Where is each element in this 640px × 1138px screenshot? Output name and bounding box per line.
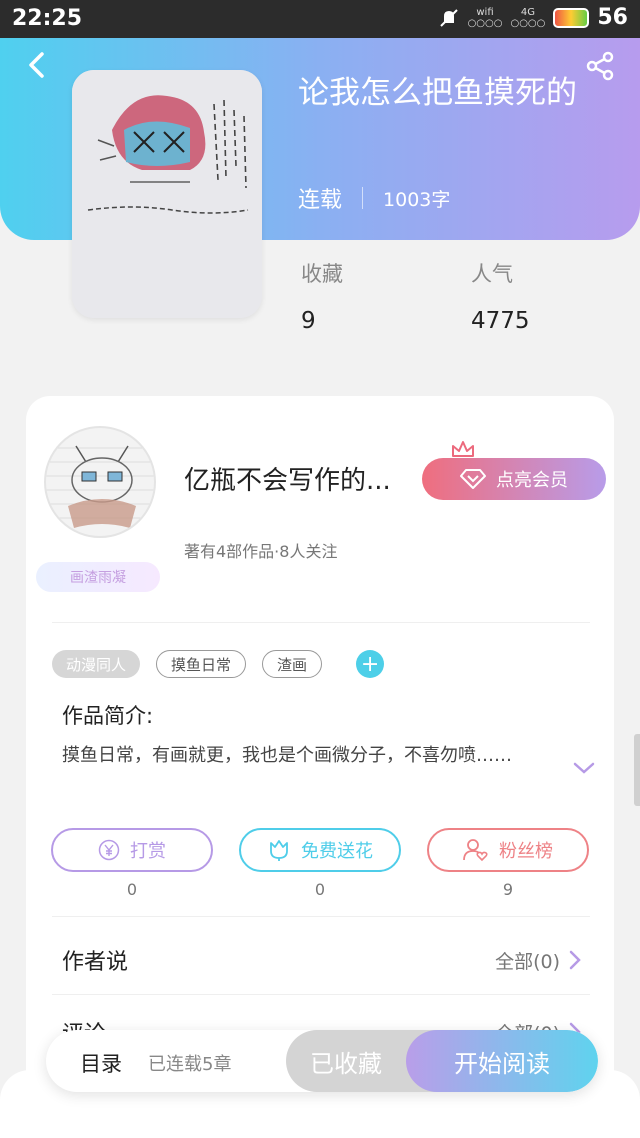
intro-title: 作品简介:	[62, 704, 154, 728]
stat-favorites-value: 9	[301, 308, 316, 334]
tag-item[interactable]: 摸鱼日常	[156, 650, 247, 678]
avatar-drawing	[46, 445, 154, 528]
author-avatar[interactable]	[44, 426, 156, 538]
favorited-label: 已收藏	[310, 1049, 382, 1078]
start-reading-button[interactable]: 开始阅读	[406, 1030, 598, 1092]
mute-icon	[439, 8, 458, 27]
tag-list: 动漫同人 摸鱼日常 渣画 +	[52, 650, 385, 678]
author-badge-label: 画渣雨凝	[70, 570, 126, 586]
author-says-label: 作者说	[62, 950, 129, 975]
stat-favorites: 收藏 9	[301, 258, 343, 334]
wifi-dots: ○○○○	[467, 17, 503, 29]
stat-popularity-label: 人气	[471, 262, 513, 286]
divider	[52, 622, 590, 623]
battery-level: 56	[597, 5, 628, 30]
flower-icon	[270, 840, 288, 861]
author-says-link[interactable]: 全部(0)	[495, 947, 582, 974]
book-status: 连载	[298, 188, 343, 213]
stat-popularity: 人气 4775	[471, 258, 530, 334]
member-button-label: 点亮会员	[496, 470, 568, 491]
yen-icon	[98, 839, 120, 861]
fans-count: 9	[502, 880, 514, 899]
crown-icon	[452, 441, 474, 457]
stat-favorites-label: 收藏	[301, 262, 343, 286]
bottom-action-bar: 目录 已连载5章 已收藏 开始阅读	[46, 1030, 598, 1092]
tag-item[interactable]: 渣画	[262, 650, 323, 678]
fans-rank-button[interactable]: 粉丝榜	[427, 828, 589, 872]
reward-count: 0	[126, 880, 138, 899]
reward-button[interactable]: 打赏	[51, 828, 213, 872]
reward-label: 打赏	[130, 841, 166, 862]
word-count: 1003字	[383, 188, 451, 211]
author-badge: 画渣雨凝	[36, 562, 160, 592]
activate-member-button[interactable]: 点亮会员	[422, 458, 606, 500]
meta-divider	[362, 187, 364, 209]
author-says-row[interactable]: 作者说 全部(0)	[62, 944, 582, 976]
wifi-indicator: wifi ○○○○	[468, 7, 503, 29]
network-label: 4G	[520, 6, 535, 18]
chevron-right-icon	[569, 950, 581, 970]
send-flower-label: 免费送花	[301, 841, 373, 862]
wifi-label: wifi	[476, 6, 494, 18]
divider	[52, 994, 590, 995]
author-name[interactable]: 亿瓶不会写作的...	[184, 460, 391, 497]
toc-button[interactable]: 目录	[80, 1048, 122, 1078]
network-dots: ○○○○	[510, 17, 546, 29]
diamond-icon	[460, 469, 486, 489]
status-icons: wifi ○○○○ 4G ○○○○ 56	[438, 5, 628, 30]
status-time: 22:25	[12, 6, 83, 31]
book-meta: 连载 1003字	[298, 182, 450, 214]
fans-rank-label: 粉丝榜	[499, 841, 553, 862]
author-says-count: 全部(0)	[495, 950, 560, 973]
tag-item[interactable]: 动漫同人	[52, 650, 141, 678]
stat-popularity-value: 4775	[471, 308, 530, 334]
start-reading-label: 开始阅读	[454, 1049, 550, 1078]
fans-icon	[463, 839, 488, 862]
flower-count: 0	[314, 880, 326, 899]
author-info: 著有4部作品·8人关注	[184, 542, 338, 561]
intro-text: 摸鱼日常，有画就更，我也是个画微分子，不喜勿喷……	[62, 745, 512, 766]
book-cover[interactable]	[72, 70, 262, 318]
scrollbar[interactable]	[634, 734, 640, 806]
cover-drawing	[72, 70, 262, 318]
status-bar: 22:25 wifi ○○○○ 4G ○○○○ 56	[0, 0, 640, 38]
chapter-count: 已连载5章	[148, 1054, 232, 1075]
send-flower-button[interactable]: 免费送花	[239, 828, 401, 872]
divider	[52, 916, 590, 917]
book-detail-card: 画渣雨凝 亿瓶不会写作的... 著有4部作品·8人关注 点亮会员 动漫同人 摸鱼…	[26, 396, 614, 1138]
back-icon[interactable]	[20, 48, 54, 82]
battery-icon	[553, 7, 590, 28]
book-title: 论我怎么把鱼摸死的	[298, 75, 577, 111]
network-indicator: 4G ○○○○	[510, 7, 545, 29]
chevron-down-icon[interactable]	[572, 756, 596, 780]
add-tag-button[interactable]: +	[356, 650, 385, 678]
